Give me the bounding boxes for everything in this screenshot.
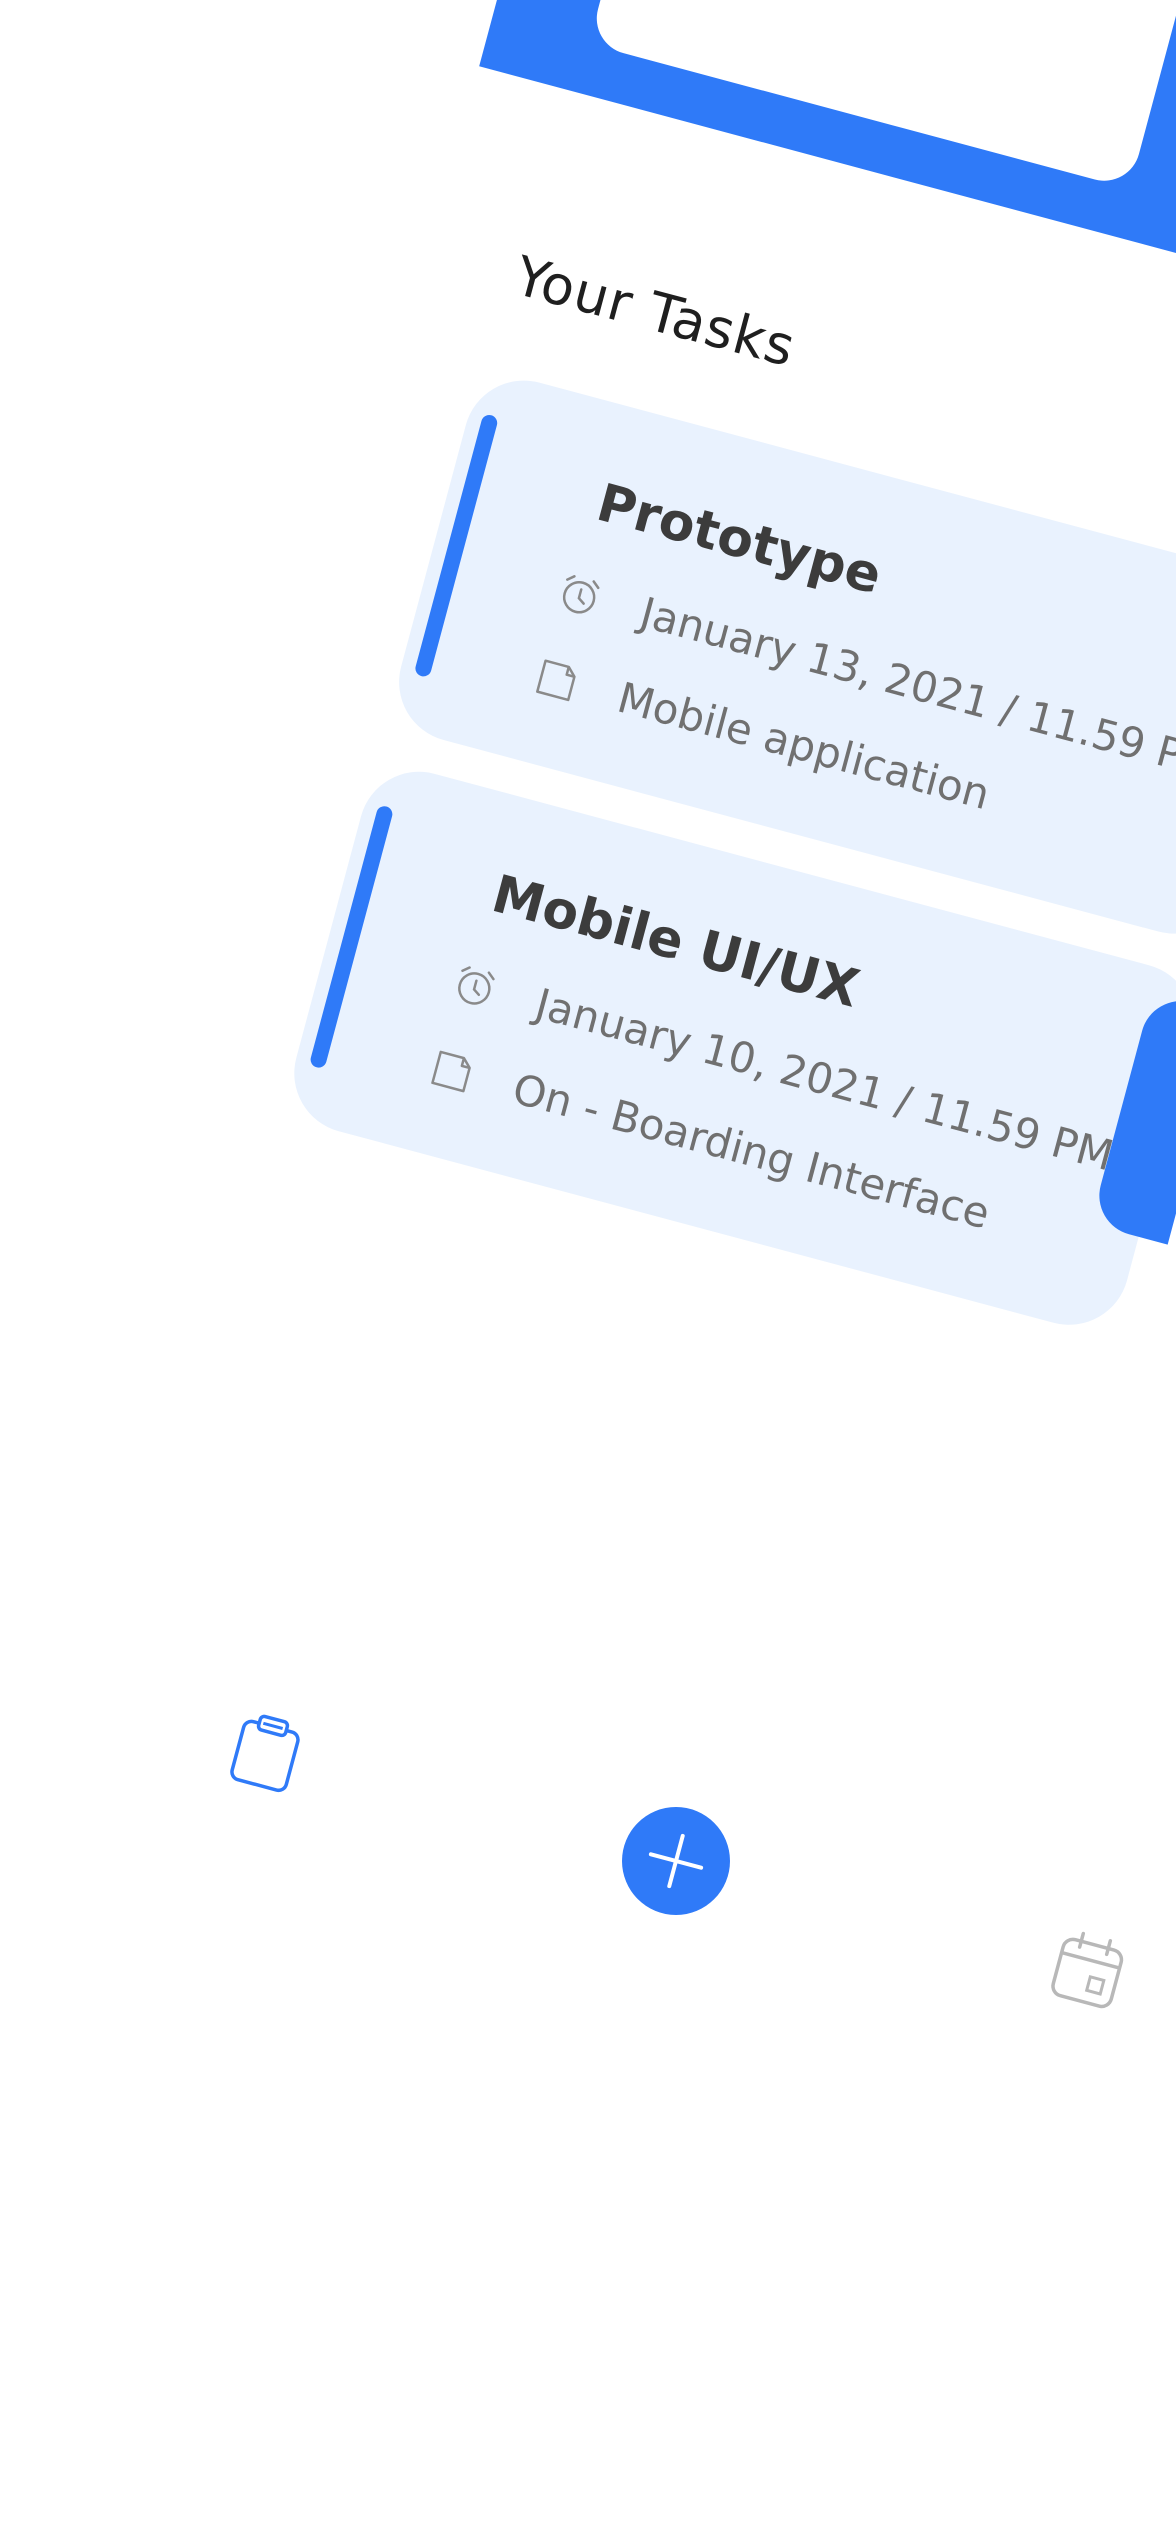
rotated-screen: Your Tasks Prototype January 13, 2021 / …	[0, 0, 1176, 2392]
task-accent-bar	[413, 413, 499, 679]
sticky-note-icon	[431, 1050, 471, 1092]
add-task-button[interactable]	[622, 1807, 730, 1915]
section-title: Your Tasks	[508, 244, 803, 380]
alarm-clock-icon	[458, 965, 495, 1005]
alarm-clock-icon	[563, 574, 600, 614]
calendar-icon[interactable]	[1039, 1921, 1137, 2019]
task-accent-bar	[308, 804, 395, 1070]
sticky-note-icon	[536, 658, 576, 701]
plus-icon	[648, 1833, 704, 1889]
